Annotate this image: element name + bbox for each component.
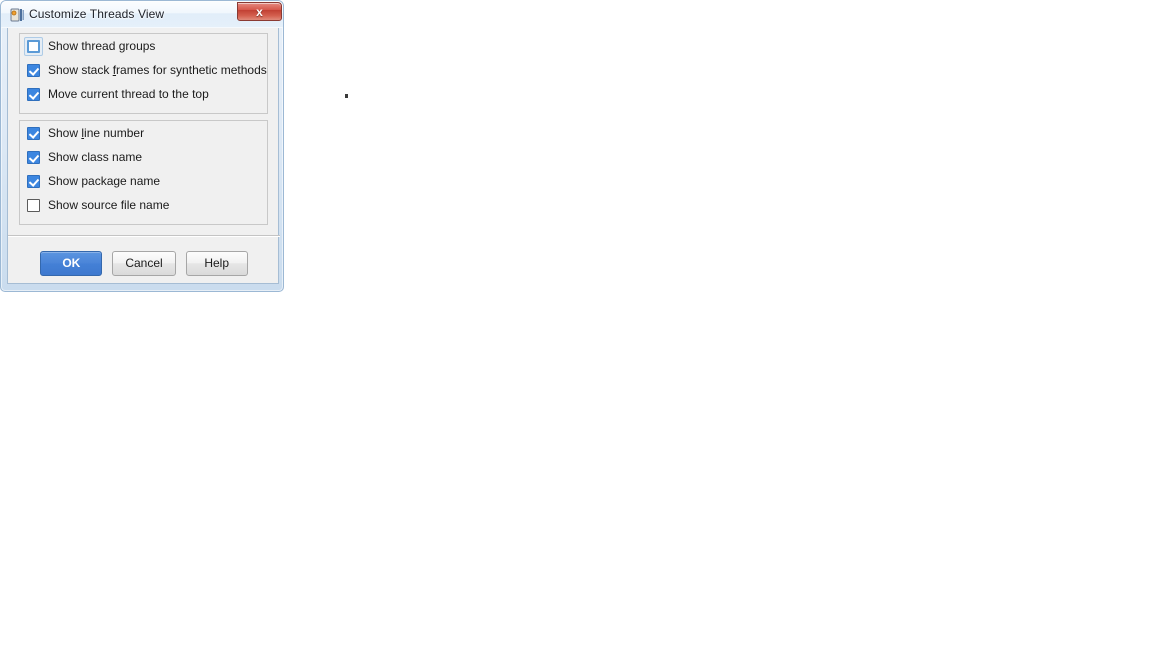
close-icon: x [256,5,263,19]
checkbox-row-show-class-name[interactable]: Show class name [20,145,267,169]
checkbox-show-package-name[interactable] [27,174,40,188]
window-title: Customize Threads View [29,7,165,21]
title-bar: Customize Threads View x [1,1,283,28]
general-options-group: Show thread groups Show stack frames for … [19,33,268,114]
checkmark-icon [27,87,40,101]
label-move-current-thread-to-the-top: Move current thread to the top [48,87,209,101]
checkbox-show-thread-groups[interactable] [24,36,43,56]
label-show-line-number: Show line number [48,126,145,140]
customize-threads-view-dialog: Customize Threads View x Show thread gro… [0,0,284,292]
checkmark-icon [27,63,40,77]
frame-display-options-group: Show line number Show class name Show pack… [19,120,268,225]
help-button[interactable]: Help [185,250,248,276]
checkbox-row-show-stack-frames-for-synthetic-methods[interactable]: Show stack frames for synthetic methods [20,58,267,82]
checkmark-icon [27,150,40,164]
checkbox-show-stack-frames-for-synthetic-methods[interactable] [27,63,40,77]
label-show-package-name: Show package name [48,174,161,188]
label-show-source-file-name: Show source file name [48,198,170,212]
checkmark-icon [27,174,40,188]
checkbox-row-move-current-thread-to-the-top[interactable]: Move current thread to the top [20,82,267,106]
cancel-button[interactable]: Cancel [112,250,176,276]
empty-box-icon [27,198,40,212]
checkbox-show-class-name[interactable] [27,150,40,164]
button-bar-separator [8,235,280,237]
checkbox-move-current-thread-to-the-top[interactable] [27,87,40,101]
label-show-thread-groups: Show thread groups [48,39,156,53]
label-show-class-name: Show class name [48,150,143,164]
checkbox-row-show-line-number[interactable]: Show line number [20,121,267,145]
empty-box-icon [27,39,40,53]
button-bar: OK Cancel Help [8,247,280,279]
cursor-artifact [345,94,348,98]
checkmark-icon [27,126,40,140]
checkbox-show-source-file-name[interactable] [27,198,40,212]
checkbox-row-show-package-name[interactable]: Show package name [20,169,267,193]
dialog-client-area: Show thread groups Show stack frames for … [7,28,280,284]
checkbox-row-show-source-file-name[interactable]: Show source file name [20,193,267,217]
threads-view-icon [9,7,25,23]
checkbox-show-line-number[interactable] [27,126,40,140]
label-show-stack-frames-for-synthetic-methods: Show stack frames for synthetic methods [48,63,267,77]
ok-button[interactable]: OK [40,250,103,276]
checkbox-row-show-thread-groups[interactable]: Show thread groups [20,34,267,58]
close-button[interactable]: x [237,2,282,21]
